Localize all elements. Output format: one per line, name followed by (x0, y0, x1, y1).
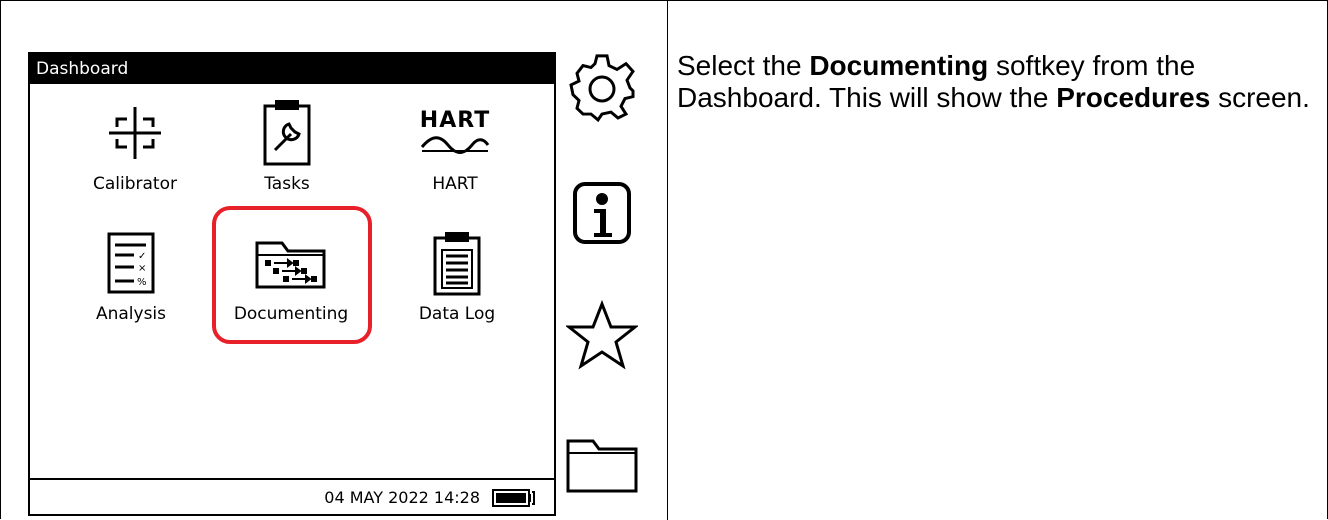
svg-text:×: × (138, 263, 146, 274)
date-time: 04 MAY 2022 14:28 (324, 488, 480, 507)
svg-text:%: % (137, 277, 147, 288)
svg-text:✓: ✓ (138, 251, 146, 262)
folder-icon[interactable] (562, 420, 642, 510)
status-bar: 04 MAY 2022 14:28 (30, 478, 554, 514)
battery-full-icon (492, 489, 535, 507)
instruction-part3: screen. (1210, 82, 1310, 113)
tile-calibrator[interactable]: Calibrator (70, 94, 200, 204)
column-divider (667, 0, 668, 520)
tile-data-log[interactable]: Data Log (392, 224, 522, 334)
tile-hart[interactable]: HART HART (390, 94, 520, 204)
instruction-bold-procedures: Procedures (1056, 82, 1211, 113)
info-icon[interactable] (562, 168, 642, 258)
instruction-bold-documenting: Documenting (809, 50, 989, 81)
analysis-icon: ✓ × % (66, 224, 196, 302)
documenting-highlight (212, 206, 372, 344)
favorites-star-icon[interactable] (562, 290, 642, 380)
tile-label: Analysis (95, 304, 167, 324)
tile-label: Tasks (264, 174, 310, 194)
screen-title: Dashboard (30, 54, 554, 84)
tile-label: Calibrator (93, 174, 177, 194)
calibrator-icon (70, 94, 200, 172)
hart-icon: HART (390, 94, 520, 172)
tile-tasks[interactable]: Tasks (222, 94, 352, 204)
tile-label: HART (432, 174, 478, 194)
hart-icon-text: HART (419, 107, 491, 133)
tasks-icon (222, 94, 352, 172)
instruction-part1: Select the (677, 50, 810, 81)
tile-analysis[interactable]: ✓ × % Analysis (66, 224, 196, 334)
instruction-text: Select the Documenting softkey from the … (677, 50, 1317, 114)
device-screen: Dashboard Calibrator Tasks HART HART ✓ ×… (28, 52, 556, 516)
tile-label: Data Log (418, 304, 496, 324)
settings-gear-icon[interactable] (562, 44, 642, 134)
data-log-icon (392, 224, 522, 302)
